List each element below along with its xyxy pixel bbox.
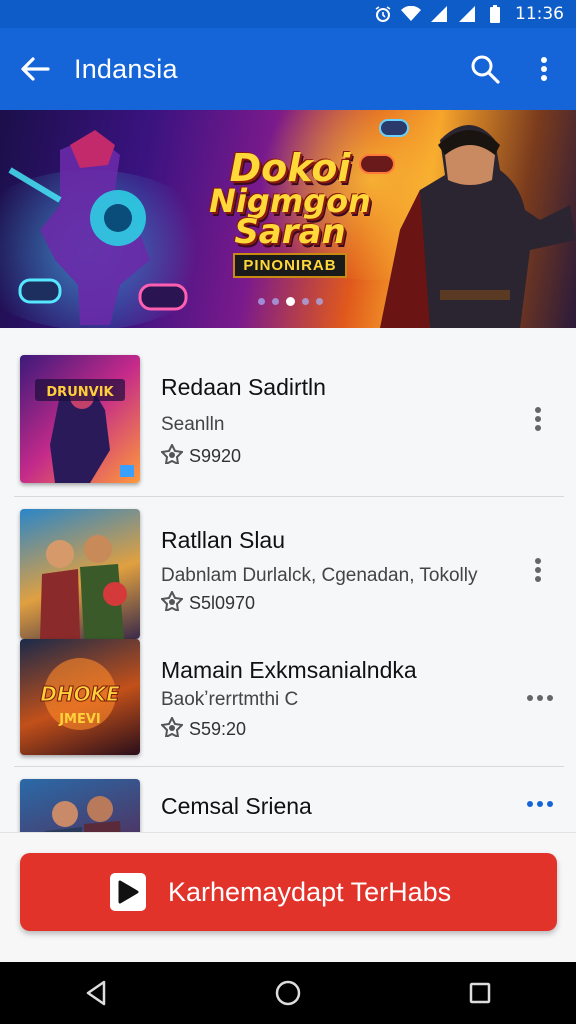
- signal-icon: [457, 4, 477, 24]
- game-thumbnail: DRUNVIK: [20, 355, 140, 483]
- banner-title-line: Dokoi: [229, 146, 351, 190]
- play-store-icon: [110, 873, 146, 911]
- app-bar: Indansia: [0, 28, 576, 110]
- list-item[interactable]: DHOKE JMEVI Mamain Exkmsanialndka Baokʼr…: [0, 639, 576, 766]
- list-item[interactable]: Ratllan Slau Dabnlam Durlalck, Cgenadan,…: [0, 497, 576, 639]
- star-price-icon: [159, 442, 185, 469]
- star-price-icon: [159, 715, 185, 742]
- page-title: Indansia: [74, 53, 178, 84]
- game-title: Ratllan Slau: [161, 527, 286, 553]
- banner-title-line: Saran: [234, 212, 346, 253]
- system-nav-bar: [0, 962, 576, 1024]
- more-vert-icon[interactable]: [523, 404, 553, 434]
- wifi-icon: [401, 4, 421, 24]
- page-dot-active[interactable]: [286, 297, 295, 306]
- status-time: 11:36: [515, 4, 564, 24]
- more-horiz-icon[interactable]: [525, 683, 555, 713]
- banner-subtitle: PINONIRAB: [233, 252, 347, 278]
- game-meta: Baokʼrerrtmthi C: [161, 689, 299, 710]
- game-list: DRUNVIK Redaan Sadirtln Seanlln S9920 Ra…: [0, 330, 576, 832]
- arrow-back-icon[interactable]: [18, 52, 52, 86]
- install-button[interactable]: Karhemaydapt TerHabs: [20, 853, 557, 931]
- home-circle-icon[interactable]: [268, 973, 308, 1013]
- recents-square-icon[interactable]: [460, 973, 500, 1013]
- install-button-label: Karhemaydapt TerHabs: [168, 876, 452, 907]
- star-price-icon: [159, 589, 185, 616]
- cta-area: Karhemaydapt TerHabs: [0, 832, 576, 963]
- banner-page-indicator: [258, 297, 323, 306]
- list-item[interactable]: Cemsal Sriena: [0, 767, 576, 832]
- game-thumbnail: [20, 509, 140, 639]
- svg-text:DHOKE: DHOKE: [40, 682, 120, 706]
- game-title: Redaan Sadirtln: [161, 374, 326, 400]
- battery-icon: [485, 4, 505, 24]
- back-triangle-icon[interactable]: [76, 973, 116, 1013]
- status-bar: 11:36: [0, 0, 576, 28]
- page-dot[interactable]: [272, 298, 279, 305]
- svg-text:DRUNVIK: DRUNVIK: [46, 385, 114, 400]
- page-dot[interactable]: [302, 298, 309, 305]
- game-price: S5l0970: [159, 589, 256, 616]
- more-vert-icon[interactable]: [523, 555, 553, 585]
- page-dot[interactable]: [258, 298, 265, 305]
- alarm-icon: [373, 4, 393, 24]
- game-price: S59:20: [159, 715, 247, 742]
- page-dot[interactable]: [316, 298, 323, 305]
- promo-banner[interactable]: Dokoi Nigmgon Saran PINONIRAB: [0, 110, 576, 328]
- game-meta: Dabnlam Durlalck, Cgenadan, Tokolly: [161, 565, 478, 586]
- search-icon[interactable]: [468, 52, 502, 86]
- game-thumbnail: [20, 779, 140, 832]
- game-title: Cemsal Sriena: [161, 793, 312, 819]
- game-meta: Seanlln: [161, 414, 225, 435]
- list-item[interactable]: DRUNVIK Redaan Sadirtln Seanlln S9920: [0, 330, 576, 496]
- game-price: S9920: [159, 442, 242, 469]
- price-value: S59:20: [189, 719, 247, 739]
- game-title: Mamain Exkmsanialndka: [161, 657, 417, 683]
- game-thumbnail: DHOKE JMEVI: [20, 639, 140, 755]
- price-value: S5l0970: [189, 593, 256, 613]
- signal-icon: [429, 4, 449, 24]
- svg-text:JMEVI: JMEVI: [58, 712, 101, 727]
- price-value: S9920: [189, 446, 242, 466]
- more-vert-icon[interactable]: [532, 52, 556, 86]
- banner-title: Dokoi Nigmgon Saran PINONIRAB: [205, 146, 375, 278]
- more-horiz-icon[interactable]: [525, 789, 555, 819]
